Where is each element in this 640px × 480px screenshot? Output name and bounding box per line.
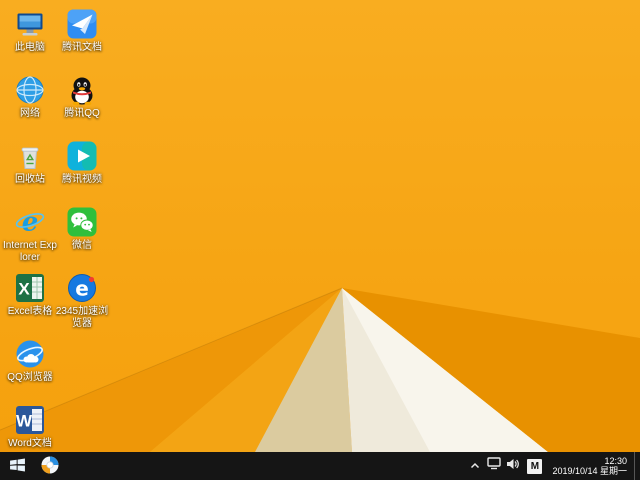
desktop-icon-label: 腾讯文档 [62, 42, 102, 53]
desktop-icon-this-pc[interactable]: 此电脑 [2, 8, 58, 54]
show-desktop-button[interactable] [634, 452, 640, 480]
desktop-icon-browser-2345[interactable]: e 2345加速浏览器 [54, 272, 110, 330]
recycle-bin-icon [14, 140, 46, 172]
desktop-icon-word[interactable]: W Word文档 [2, 404, 58, 450]
tencent-video-icon [66, 140, 98, 172]
wechat-icon [66, 206, 98, 238]
desktop-icon-internet-explorer[interactable]: e Internet Explorer [2, 206, 58, 264]
desktop-icon-tencent-docs[interactable]: 腾讯文档 [54, 8, 110, 54]
desktop-icon-label: 此电脑 [15, 42, 45, 53]
qq-icon [66, 74, 98, 106]
desktop-icon-label: Internet Explorer [3, 240, 57, 263]
desktop: 此电脑 网络 回收站 e Internet Explorer X Excel表格 QQ浏览器 W… [0, 0, 640, 480]
clock-date: 2019/10/14 星期一 [552, 466, 627, 476]
excel-icon: X [14, 272, 46, 304]
start-button[interactable] [0, 452, 34, 480]
network-icon [14, 74, 46, 106]
desktop-icon-label: 腾讯视频 [62, 174, 102, 185]
svg-text:e: e [22, 208, 39, 238]
desktop-icon-label: 腾讯QQ [64, 108, 100, 119]
desktop-icon-label: 微信 [72, 240, 92, 251]
system-tray: M 12:30 2019/10/14 星期一 [465, 452, 640, 480]
tencent-docs-icon [66, 8, 98, 40]
chevron-up-icon [470, 457, 480, 475]
svg-text:e: e [75, 277, 89, 301]
desktop-icon-label: 2345加速浏览器 [55, 306, 109, 329]
svg-text:W: W [16, 412, 33, 431]
desktop-icon-qq-browser[interactable]: QQ浏览器 [2, 338, 58, 384]
browser-2345-icon: e [66, 272, 98, 304]
svg-text:X: X [18, 280, 30, 299]
this-pc-icon [14, 8, 46, 40]
qq-browser-icon [14, 338, 46, 370]
desktop-icons: 此电脑 网络 回收站 e Internet Explorer X Excel表格 QQ浏览器 W… [0, 0, 640, 452]
desktop-icon-wechat[interactable]: 微信 [54, 206, 110, 252]
taskbar-clock[interactable]: 12:30 2019/10/14 星期一 [547, 456, 634, 477]
internet-explorer-icon: e [14, 206, 46, 238]
word-icon: W [14, 404, 46, 436]
desktop-icon-label: Word文档 [8, 438, 52, 449]
taskbar-pinned-browser-button[interactable] [34, 452, 66, 480]
taskbar: M 12:30 2019/10/14 星期一 [0, 452, 640, 480]
desktop-icon-label: QQ浏览器 [7, 372, 53, 383]
clock-time: 12:30 [604, 455, 627, 466]
desktop-icon-network[interactable]: 网络 [2, 74, 58, 120]
desktop-icon-label: 回收站 [15, 174, 45, 185]
network-tray-button[interactable] [485, 452, 502, 480]
network-icon [487, 457, 501, 475]
desktop-icon-recycle-bin[interactable]: 回收站 [2, 140, 58, 186]
desktop-icon-tencent-video[interactable]: 腾讯视频 [54, 140, 110, 186]
windows-logo-icon [9, 456, 26, 476]
desktop-icon-label: 网络 [20, 108, 40, 119]
desktop-icon-qq[interactable]: 腾讯QQ [54, 74, 110, 120]
volume-tray-button[interactable] [504, 452, 521, 480]
input-method-indicator[interactable]: M [527, 458, 543, 474]
desktop-icon-excel[interactable]: X Excel表格 [2, 272, 58, 318]
tray-expand-button[interactable] [466, 452, 483, 480]
desktop-icon-label: Excel表格 [7, 306, 53, 317]
speaker-icon [506, 457, 520, 475]
browser-orb-icon [40, 455, 60, 478]
